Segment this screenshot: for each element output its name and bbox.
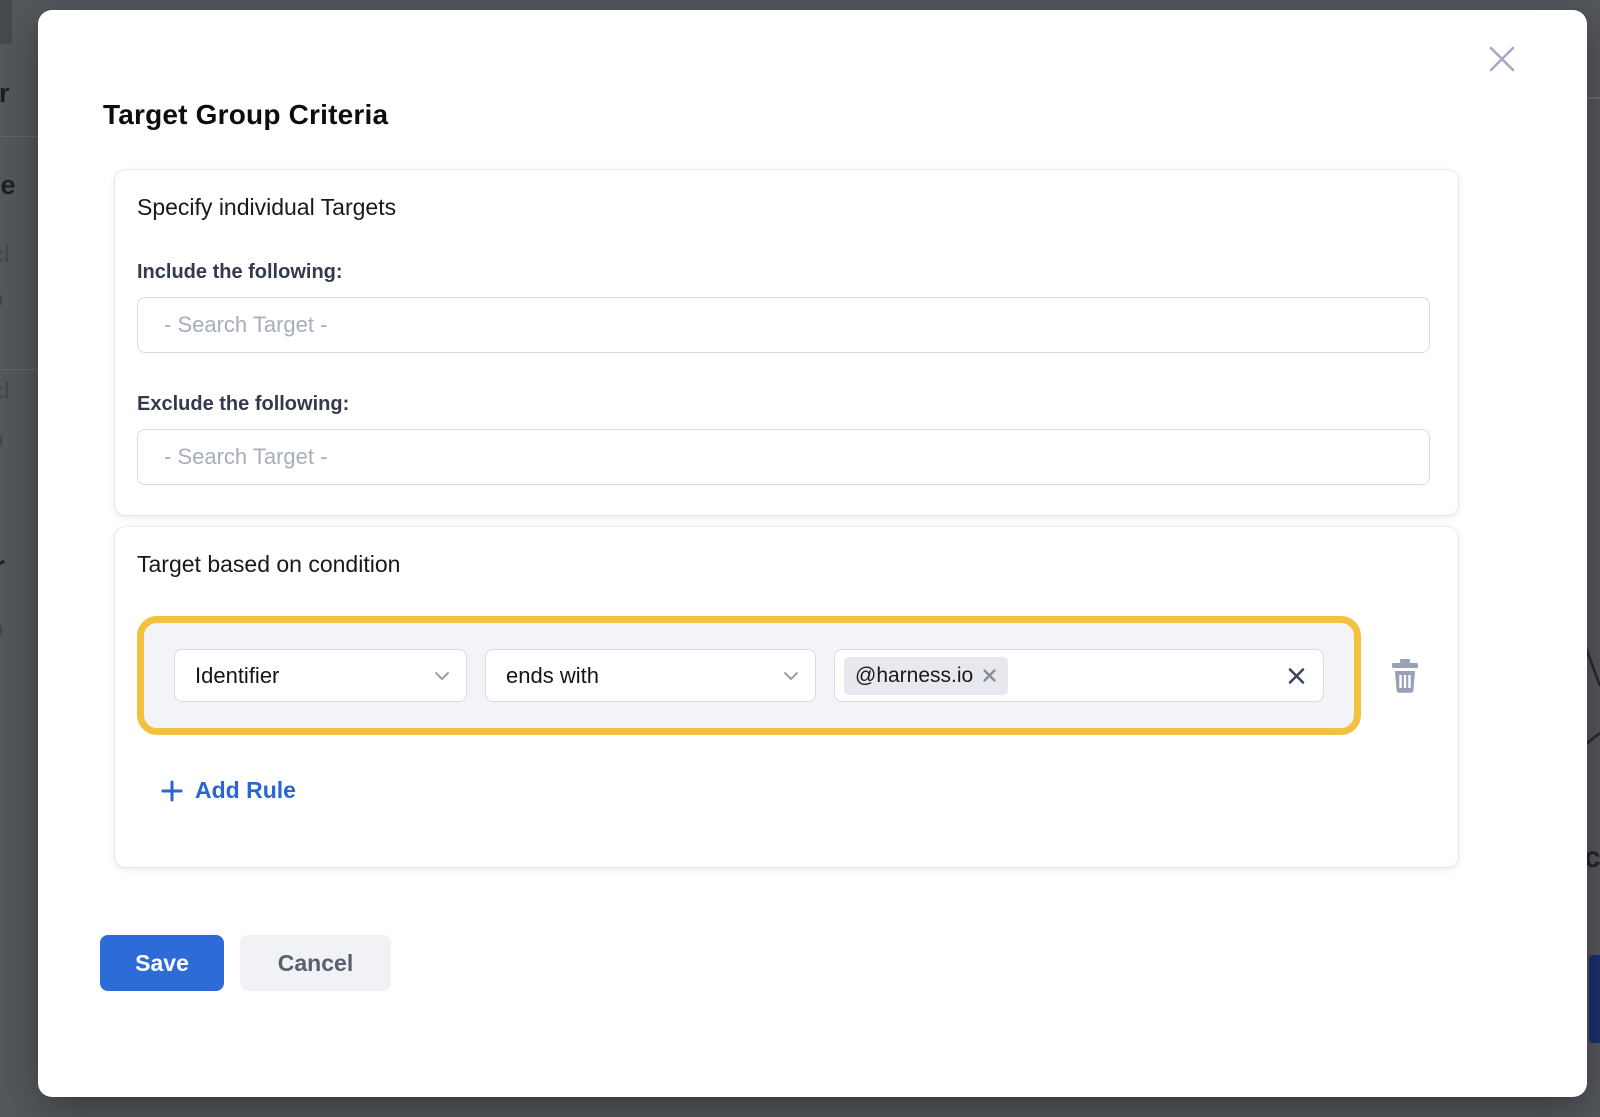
trash-icon — [1391, 659, 1419, 693]
target-group-criteria-dialog: Target Group Criteria Specify individual… — [38, 10, 1587, 1097]
bg-text-fragment: cl — [0, 243, 9, 267]
dialog-footer: Save Cancel — [100, 935, 391, 991]
plus-icon — [161, 780, 183, 802]
operator-select[interactable]: ends with — [485, 649, 816, 702]
close-button[interactable] — [1486, 43, 1518, 75]
attribute-select-value: Identifier — [195, 663, 279, 689]
page-title: Target Group Criteria — [103, 99, 388, 131]
clear-icon — [1287, 666, 1306, 685]
bg-text-fragment: o — [0, 618, 3, 642]
bg-text-fragment: pe — [0, 172, 16, 199]
attribute-select[interactable]: Identifier — [174, 649, 467, 702]
bg-text-fragment: o — [0, 288, 3, 312]
delete-rule-button[interactable] — [1391, 659, 1419, 693]
bg-text-fragment: o — [0, 428, 3, 452]
bg-divider — [0, 136, 38, 137]
rule-row: Identifier ends with @harness.io — [137, 616, 1430, 735]
rule-highlight-box: Identifier ends with @harness.io — [137, 616, 1361, 735]
individual-targets-heading: Specify individual Targets — [137, 194, 1430, 221]
cancel-button[interactable]: Cancel — [240, 935, 391, 991]
values-tag-input[interactable]: @harness.io — [834, 649, 1324, 702]
bg-text-fragment: r — [0, 552, 5, 580]
bg-divider — [1587, 97, 1600, 99]
exclude-label: Exclude the following: — [137, 393, 1430, 416]
chevron-down-icon — [783, 671, 799, 681]
bg-text-fragment: cl — [0, 380, 9, 404]
value-chip-label: @harness.io — [855, 664, 973, 688]
chevron-down-icon — [434, 671, 450, 681]
remove-icon — [982, 668, 997, 683]
bg-divider — [0, 369, 38, 370]
background-dark-notch — [0, 0, 12, 44]
include-label: Include the following: — [137, 261, 1430, 284]
include-target-search-input[interactable] — [137, 297, 1430, 353]
bg-text-fragment: er — [0, 80, 10, 107]
clear-values-button[interactable] — [1287, 666, 1306, 685]
exclude-target-search-input[interactable] — [137, 429, 1430, 485]
value-chip: @harness.io — [844, 657, 1008, 695]
chip-remove-button[interactable] — [982, 668, 997, 683]
condition-card: Target based on condition Identifier end… — [115, 527, 1458, 867]
add-rule-label: Add Rule — [195, 777, 296, 804]
operator-select-value: ends with — [506, 663, 599, 689]
save-button[interactable]: Save — [100, 935, 224, 991]
condition-heading: Target based on condition — [137, 551, 1430, 578]
close-icon — [1486, 43, 1518, 75]
bg-button-fragment — [1589, 955, 1600, 1043]
individual-targets-card: Specify individual Targets Include the f… — [115, 170, 1458, 515]
add-rule-button[interactable]: Add Rule — [161, 777, 296, 804]
